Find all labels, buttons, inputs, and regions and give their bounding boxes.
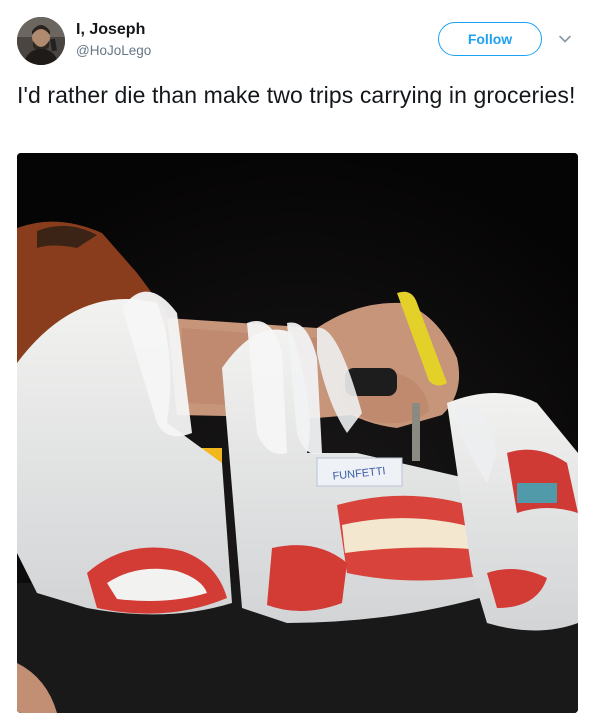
follow-button[interactable]: Follow — [438, 22, 542, 56]
user-handle[interactable]: @HoJoLego — [76, 43, 151, 58]
tweet-photo[interactable]: FUNFETTI — [17, 153, 578, 713]
display-name[interactable]: I, Joseph — [76, 21, 145, 39]
chevron-down-icon[interactable] — [557, 31, 573, 47]
avatar[interactable] — [17, 17, 65, 65]
tweet-text: I'd rather die than make two trips carry… — [17, 82, 576, 108]
tweet-header: I, Joseph @HoJoLego Follow — [0, 0, 590, 80]
